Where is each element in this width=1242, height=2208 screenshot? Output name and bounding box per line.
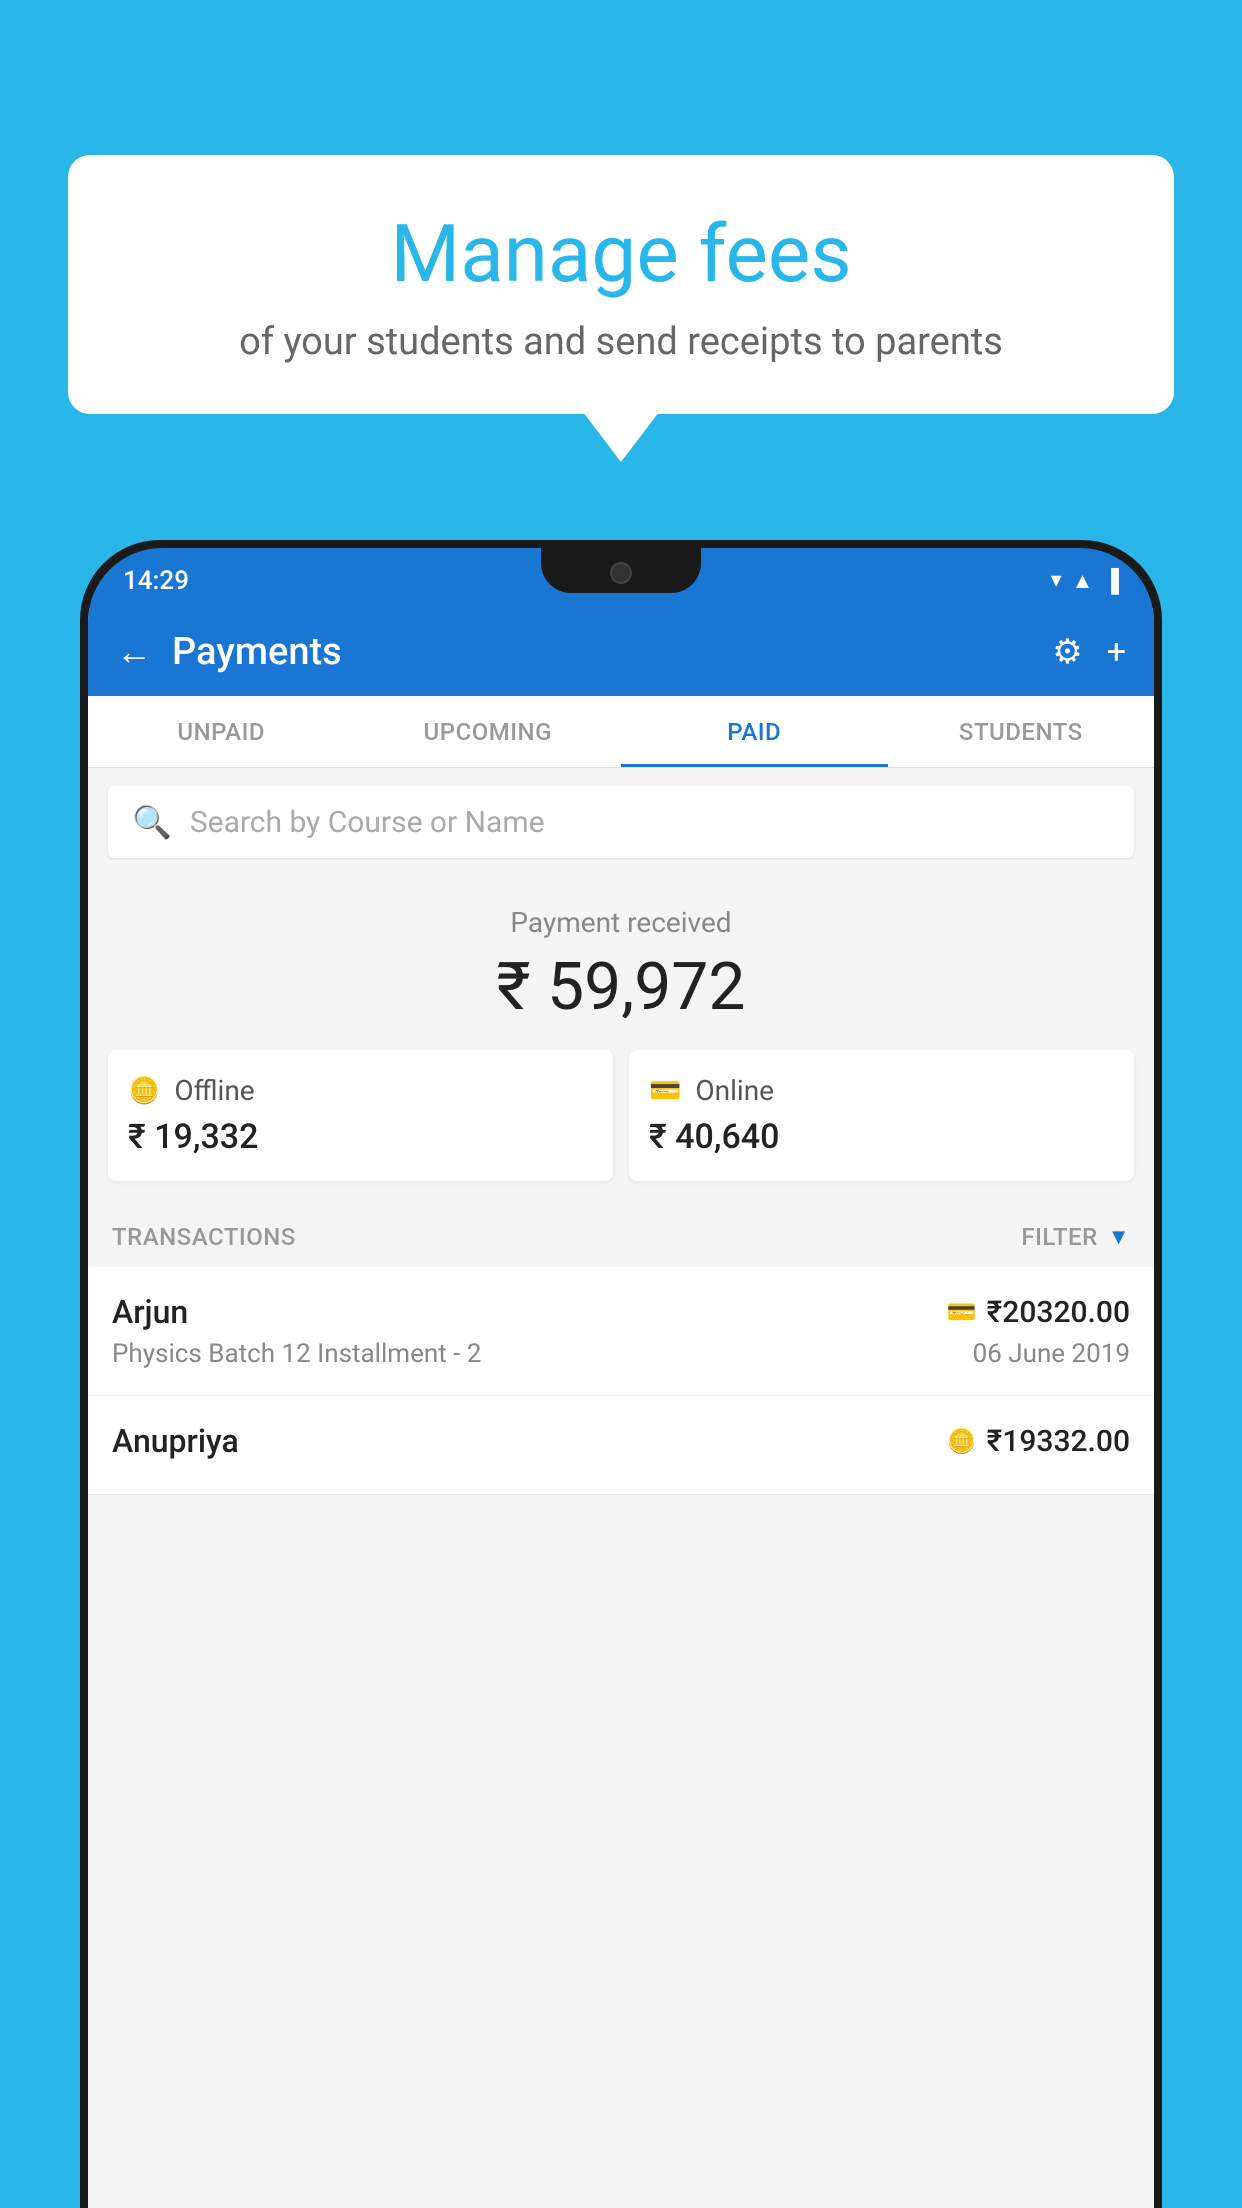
transaction-row-bottom: Physics Batch 12 Installment - 2 06 June… bbox=[112, 1339, 1130, 1369]
header-right: ⚙ + bbox=[1052, 632, 1126, 672]
app-screen: ← Payments ⚙ + UNPAID UPCOMING PAID bbox=[88, 608, 1154, 2208]
transaction-amount-wrap: 💳 ₹20320.00 bbox=[947, 1295, 1130, 1330]
offline-payment-icon: 🪙 bbox=[947, 1427, 977, 1455]
header-title: Payments bbox=[172, 630, 342, 674]
transactions-header: TRANSACTIONS FILTER ▼ bbox=[88, 1201, 1154, 1267]
transaction-row-top: Anupriya 🪙 ₹19332.00 bbox=[112, 1422, 1130, 1460]
phone-inner: 14:29 ▾ ▲ ▐ ← Payments ⚙ + bbox=[88, 548, 1154, 2208]
online-label: Online bbox=[695, 1074, 774, 1107]
transaction-list: Arjun 💳 ₹20320.00 Physics Batch 12 Insta… bbox=[88, 1267, 1154, 1495]
online-icon: 💳 bbox=[649, 1076, 681, 1106]
transaction-course: Physics Batch 12 Installment - 2 bbox=[112, 1339, 481, 1369]
transaction-date: 06 June 2019 bbox=[973, 1339, 1130, 1369]
filter-icon: ▼ bbox=[1108, 1224, 1130, 1250]
notch bbox=[541, 548, 701, 593]
search-placeholder: Search by Course or Name bbox=[190, 805, 545, 840]
filter-button[interactable]: FILTER ▼ bbox=[1021, 1223, 1130, 1251]
transaction-row-top: Arjun 💳 ₹20320.00 bbox=[112, 1293, 1130, 1331]
transaction-item[interactable]: Anupriya 🪙 ₹19332.00 bbox=[88, 1396, 1154, 1495]
transaction-name: Anupriya bbox=[112, 1422, 239, 1460]
transactions-label: TRANSACTIONS bbox=[112, 1223, 296, 1251]
offline-icon: 🪙 bbox=[128, 1076, 160, 1106]
search-bar[interactable]: 🔍 Search by Course or Name bbox=[108, 786, 1134, 858]
transaction-name: Arjun bbox=[112, 1293, 188, 1331]
speech-bubble: Manage fees of your students and send re… bbox=[68, 155, 1174, 414]
tab-students[interactable]: STUDENTS bbox=[888, 696, 1155, 767]
header-left: ← Payments bbox=[116, 630, 342, 674]
tab-paid[interactable]: PAID bbox=[621, 696, 888, 767]
offline-label: Offline bbox=[174, 1074, 254, 1107]
payment-cards: 🪙 Offline ₹ 19,332 💳 Online ₹ 40,640 bbox=[108, 1050, 1134, 1181]
settings-icon[interactable]: ⚙ bbox=[1052, 632, 1082, 672]
online-payment-icon: 💳 bbox=[947, 1298, 977, 1326]
online-card-header: 💳 Online bbox=[649, 1074, 1114, 1107]
status-icons: ▾ ▲ ▐ bbox=[1051, 568, 1119, 594]
tabs: UNPAID UPCOMING PAID STUDENTS bbox=[88, 696, 1154, 768]
search-icon: 🔍 bbox=[132, 803, 172, 841]
online-card: 💳 Online ₹ 40,640 bbox=[629, 1050, 1134, 1181]
payment-summary: Payment received ₹ 59,972 🪙 Offline ₹ 19… bbox=[88, 876, 1154, 1201]
battery-icon: ▐ bbox=[1103, 568, 1119, 594]
tab-upcoming[interactable]: UPCOMING bbox=[355, 696, 622, 767]
online-amount: ₹ 40,640 bbox=[649, 1117, 1114, 1157]
filter-label: FILTER bbox=[1021, 1223, 1097, 1251]
search-container: 🔍 Search by Course or Name bbox=[88, 768, 1154, 876]
camera bbox=[610, 562, 632, 584]
offline-card-header: 🪙 Offline bbox=[128, 1074, 593, 1107]
bubble-title: Manage fees bbox=[128, 210, 1114, 298]
signal-icon: ▲ bbox=[1072, 568, 1094, 594]
back-button[interactable]: ← bbox=[116, 631, 152, 673]
transaction-amount-wrap: 🪙 ₹19332.00 bbox=[947, 1424, 1130, 1459]
app-header: ← Payments ⚙ + bbox=[88, 608, 1154, 696]
transaction-item[interactable]: Arjun 💳 ₹20320.00 Physics Batch 12 Insta… bbox=[88, 1267, 1154, 1396]
phone-frame: 14:29 ▾ ▲ ▐ ← Payments ⚙ + bbox=[80, 540, 1162, 2208]
tab-unpaid[interactable]: UNPAID bbox=[88, 696, 355, 767]
status-time: 14:29 bbox=[123, 566, 189, 596]
payment-received-label: Payment received bbox=[108, 906, 1134, 939]
transaction-amount: ₹20320.00 bbox=[987, 1295, 1130, 1330]
offline-amount: ₹ 19,332 bbox=[128, 1117, 593, 1157]
payment-total-amount: ₹ 59,972 bbox=[108, 949, 1134, 1026]
transaction-amount: ₹19332.00 bbox=[987, 1424, 1130, 1459]
bubble-subtitle: of your students and send receipts to pa… bbox=[128, 320, 1114, 364]
speech-bubble-container: Manage fees of your students and send re… bbox=[68, 155, 1174, 414]
offline-card: 🪙 Offline ₹ 19,332 bbox=[108, 1050, 613, 1181]
wifi-icon: ▾ bbox=[1051, 568, 1062, 593]
add-icon[interactable]: + bbox=[1107, 632, 1126, 672]
